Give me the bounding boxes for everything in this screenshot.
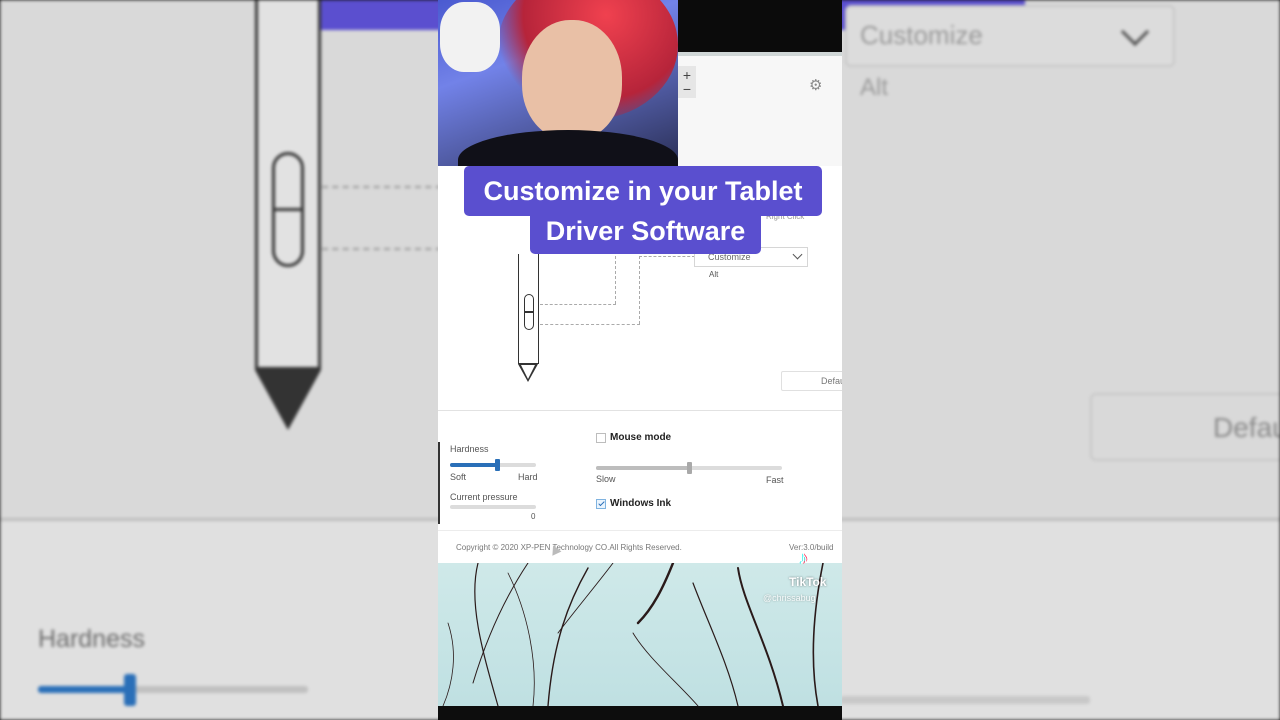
sketch-stroke (737, 567, 784, 706)
tiktok-wordmark: TikTok (789, 575, 827, 589)
bg-speed-track (840, 696, 1090, 704)
window-topbar (678, 0, 842, 52)
gear-icon[interactable]: ⚙ (809, 76, 822, 94)
leader-line-upper-button-vertical (639, 256, 640, 324)
hardness-slider-thumb[interactable] (495, 459, 501, 471)
soft-label: Soft (450, 472, 467, 482)
caption-banner: Customize in your Tablet (464, 166, 822, 216)
bg-hardness-fill (38, 686, 130, 693)
leader-line-lower-button-vertical (615, 256, 616, 304)
driver-window: + − ⚙ Right Click Customize Alt Defau Cu… (438, 0, 842, 563)
bg-dashed-line (322, 186, 452, 188)
sketch-stroke (474, 563, 499, 706)
drawing-canvas (438, 563, 842, 706)
fast-label: Fast (766, 475, 784, 485)
footer-divider (438, 530, 842, 531)
section-divider (438, 410, 842, 411)
default-button-label: Defau (821, 376, 842, 386)
leader-line-upper-button (540, 324, 640, 325)
sketch-stroke (442, 622, 454, 706)
headphone-icon (440, 2, 500, 72)
sketch-stroke (507, 572, 535, 706)
mouse-mode-label: Mouse mode (610, 432, 672, 443)
bg-pen-button-divider (272, 208, 304, 211)
tiktok-logo-icon: ♪ (799, 548, 808, 568)
sketch-stroke (472, 563, 529, 684)
sketch-strokes (442, 563, 824, 706)
streamer-shoulder (458, 130, 678, 166)
streamer-face (522, 20, 622, 140)
bg-default-label: Defau (1213, 412, 1280, 443)
hard-label: Hard (518, 472, 538, 482)
pen-side-button-divider (524, 311, 534, 313)
checkmark-icon (598, 499, 605, 507)
leader-line-lower-button (540, 304, 616, 305)
leader-line-connector (639, 256, 695, 257)
mouse-speed-fill (596, 466, 689, 470)
hardness-fill (450, 463, 498, 467)
mouse-mode-checkbox[interactable] (596, 433, 606, 443)
current-pressure-value: 0 (531, 512, 536, 521)
bg-pen-tip (255, 370, 321, 430)
panel-left-edge (438, 442, 440, 524)
upper-content-area (678, 56, 842, 166)
webcam-overlay (438, 0, 678, 166)
tiktok-handle: @chrissabug (763, 593, 816, 603)
version-text: Ver:3.0/build (789, 543, 834, 552)
bg-hardness-label: Hardness (38, 625, 145, 653)
video-frame: + − ⚙ Right Click Customize Alt Defau Cu… (438, 0, 842, 720)
sketch-stroke (547, 567, 589, 706)
bg-alt-label: Alt (860, 74, 889, 101)
current-pressure-label: Current pressure (450, 492, 518, 502)
caption-banner-line2: Driver Software (530, 211, 761, 254)
current-pressure-bar (450, 505, 536, 509)
bg-dashed-line (322, 248, 452, 250)
windows-ink-checkbox[interactable] (596, 499, 606, 509)
sketch-stroke (636, 563, 675, 625)
copyright-text: Copyright © 2020 XP-PEN Technology CO.Al… (456, 543, 682, 552)
shortcut-key-label: Alt (709, 270, 719, 279)
zoom-plus-minus-button[interactable]: + − (678, 66, 696, 98)
bg-hardness-thumb (124, 674, 136, 706)
sketch-stroke (632, 632, 699, 706)
sketch-stroke (692, 582, 739, 706)
windows-ink-label: Windows Ink (610, 498, 672, 509)
slow-label: Slow (596, 474, 616, 484)
pen-tip-inner (521, 365, 535, 379)
video-bottom-bar (438, 706, 842, 720)
mouse-speed-slider-thumb[interactable] (687, 462, 692, 474)
bg-function-select-value: Customize (860, 20, 983, 50)
hardness-label: Hardness (450, 444, 489, 454)
